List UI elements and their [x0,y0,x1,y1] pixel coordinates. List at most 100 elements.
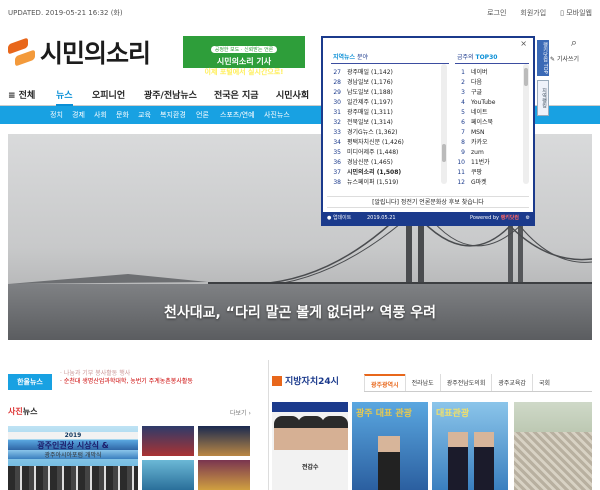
mobile-web-link[interactable]: ▯ 모바일웹 [560,8,592,18]
local-news-tile[interactable] [514,402,592,490]
list-item[interactable]: 30 일간제주 (1,197) [331,98,449,108]
photo-thumb[interactable] [198,426,250,456]
local-news-tile[interactable]: 대표관광 [432,402,508,490]
search-icon[interactable]: ⌕ [560,36,588,52]
news-ticker[interactable]: · 순천대 생명산업과학대학, 농번기 주계농촌봉사활동 [60,376,193,385]
list-item[interactable]: 37 시민의소리 (1,508) [331,168,449,178]
tab-weekly[interactable]: 금주의 [457,54,474,61]
photo-people [8,466,138,490]
list-item[interactable]: 31 광주매일 (1,311) [331,108,449,118]
top30-list: 1 네이버 2 다음 3 구글 4 YouTube 5 네이트 6 페이스북 7 MSN 8카… [455,68,529,196]
regional-tabs: 지역뉴스 분야 [331,52,449,64]
list-item[interactable]: 36 경남신문 (1,465) [331,158,449,168]
tile-text: 광주 대표 관광 [356,409,412,419]
nav-item-news[interactable]: 뉴스 [56,88,73,106]
list-item[interactable]: 8 카카오 [455,138,529,148]
list-item[interactable]: 27 광주매일 (1,142) [331,68,449,78]
footer-date: 2019.05.21 [366,215,396,221]
portal-banner[interactable]: 공정한 보도 · 신뢰받는 언론 시민의소리 기사 이제 포털에서 실시간으로! [183,36,305,76]
local-news-tile[interactable]: 광주 대표 관광 [352,402,428,490]
list-item[interactable]: 12 G마켓 [455,178,529,188]
list-item[interactable]: 10 11번가 [455,158,529,168]
top30-tabs: 금주의 TOP30 [455,52,529,64]
photo-thumb[interactable] [142,460,194,490]
write-label: 기사쓰기 [556,56,580,63]
list-item[interactable]: 28 경남일보 (1,176) [331,78,449,88]
photo-thumb[interactable] [142,426,194,456]
list-item[interactable]: 11 쿠팡 [455,168,529,178]
mobile-web-label: 모바일웹 [566,9,592,17]
list-item[interactable]: 4 YouTube [455,98,529,108]
nav-all-menu[interactable]: ≡ 전체 [8,88,35,101]
ranking-footer: ● 업데이트 2019.05.21 Powered by 랭키닷컴 ⚙ [323,212,533,224]
list-item[interactable]: 6 페이스북 [455,118,529,128]
regional-ranking-list: 27 광주매일 (1,142) 28 경남일보 (1,176) 29 남도일보 (1,… [331,68,449,196]
list-item[interactable]: 38 뉴스페이퍼 (1,519) [331,178,449,188]
hero-caption[interactable]: 천사대교, “다리 말곤 볼게 없더라” 역풍 우려 [8,302,592,322]
tab-top30[interactable]: TOP30 [475,54,497,61]
top30-scrollbar[interactable] [523,64,529,184]
subnav-culture[interactable]: 문화 [116,110,129,120]
local-news-tile[interactable]: 전갑수 [272,402,348,490]
ranking-notice[interactable]: [알립니다] 정전기 언론문화상 후보 찾습니다 [327,196,529,208]
tab-national-assembly[interactable]: 국회 [531,374,556,391]
powered-by[interactable]: Powered by 랭키닷컴 [470,212,519,224]
nav-item-opinion[interactable]: 오피니언 [92,88,125,101]
signup-link[interactable]: 회원가입 [520,8,546,18]
tab-council[interactable]: 광주전남도의회 [439,374,492,391]
regional-scrollbar[interactable] [441,64,447,184]
nav-item-nationwide[interactable]: 전국은 지금 [214,88,259,101]
list-item[interactable]: 7 MSN [455,128,529,138]
subnav-society[interactable]: 사회 [94,110,107,120]
list-item[interactable]: 5 네이트 [455,108,529,118]
tab-gwangju-city[interactable]: 광주광역시 [364,374,405,391]
photo-year: 2019 [8,432,138,439]
list-item[interactable]: 34 평택자치신문 (1,426) [331,138,449,148]
utility-links: 로그인 회원가입 ▯ 모바일웹 [487,8,592,18]
subnav-sports-ent[interactable]: 스포츠/연예 [220,110,255,120]
subnav-media[interactable]: 언론 [196,110,209,120]
list-item[interactable]: 29 남도일보 (1,188) [331,88,449,98]
nav-item-gwangju-jeonnam[interactable]: 광주/전남뉴스 [144,88,197,101]
list-item[interactable]: 3 구글 [455,88,529,98]
tab-regional-news[interactable]: 지역뉴스 [333,54,355,61]
local-autonomy-title: 지방자치24시 [272,374,339,387]
subnav-economy[interactable]: 경제 [72,110,85,120]
subnav-welfare-env[interactable]: 복지환경 [160,110,186,120]
top30-ranking: 금주의 TOP30 1 네이버 2 다음 3 구글 4 YouTube 5 네이트 6 페이… [455,52,529,196]
portrait-image [322,416,348,450]
list-item[interactable]: 2 다음 [455,78,529,88]
banner-line1: 시민의소리 기사 [216,57,272,66]
side-tab-top[interactable]: 랭키닷컴 TOP [537,40,549,76]
person-image [474,432,494,490]
login-link[interactable]: 로그인 [487,8,506,18]
list-item[interactable]: 33 경기G뉴스 (1,362) [331,128,449,138]
regional-news-ranking: 지역뉴스 분야 27 광주매일 (1,142) 28 경남일보 (1,176) 29… [331,52,449,196]
subnav-education[interactable]: 교육 [138,110,151,120]
tile-header-bar [272,402,348,412]
gear-icon[interactable]: ⚙ [526,212,530,224]
list-item[interactable]: 9 zum [455,148,529,158]
tab-category[interactable]: 분야 [357,54,368,61]
logo-text-sub: 소리 [106,39,151,68]
photo-news-main[interactable]: 2019 광주인권상 시상식 & 광주아시아포럼 개막식 [8,426,138,490]
close-icon[interactable]: × [520,39,527,48]
list-item[interactable]: 32 전북일보 (1,314) [331,118,449,128]
write-article-link[interactable]: ✎ 기사쓰기 [550,54,579,63]
list-item[interactable]: 1 네이버 [455,68,529,78]
side-tab-regional[interactable]: 지역랭킹 [537,80,549,116]
photo-thumb[interactable] [198,460,250,490]
tab-jeonnam[interactable]: 전라남도 [404,374,440,391]
list-item[interactable]: 35 미디어제주 (1,448) [331,148,449,158]
banner-small-text: 공정한 보도 · 신뢰받는 언론 [210,46,278,53]
site-logo[interactable]: 시민의소리 [8,34,151,70]
logo-text-main: 시민의 [40,39,107,68]
subnav-photo-news[interactable]: 사진뉴스 [264,110,290,120]
person-image [448,432,468,490]
more-link[interactable]: 다보기 › [230,408,251,417]
nav-item-civil-society[interactable]: 시민사회 [276,88,309,101]
hanul-news-badge[interactable]: 한울뉴스 [8,374,52,390]
subnav-politics[interactable]: 정치 [50,110,63,120]
tab-superintendent[interactable]: 광주교육감 [491,374,532,391]
column-divider [268,360,269,490]
